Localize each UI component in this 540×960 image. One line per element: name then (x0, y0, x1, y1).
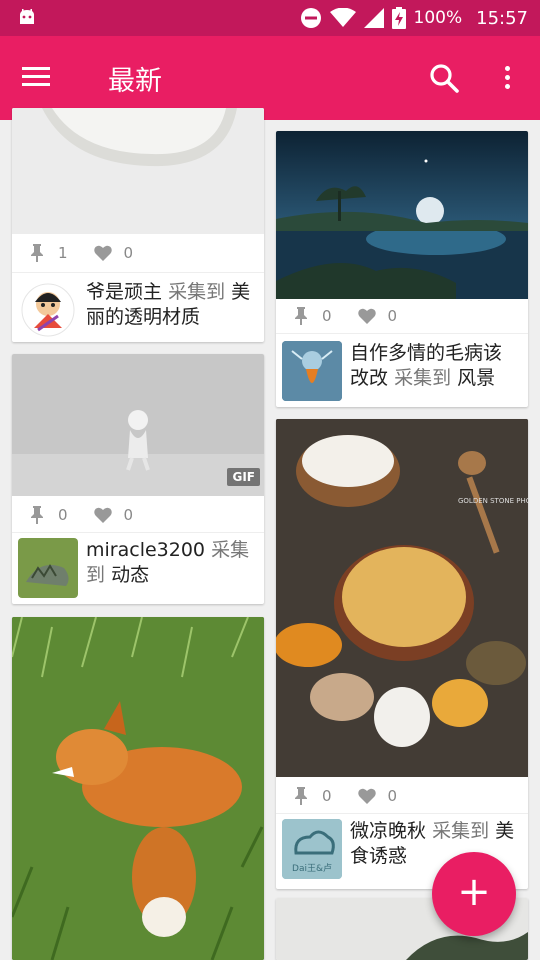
like-count: 0 (123, 244, 134, 262)
cell-signal-icon (363, 8, 384, 28)
collect-verb: 采集到 (168, 281, 226, 303)
battery-percent: 100% (413, 8, 463, 28)
battery-charging-icon (391, 7, 406, 29)
avatar[interactable] (18, 280, 78, 340)
more-options-icon[interactable] (497, 62, 517, 96)
pin-card[interactable]: 1 0 爷是顽主 采集到 美丽的透明材质 (12, 108, 264, 342)
pin-stats: 0 0 (30, 506, 133, 524)
pin-count: 0 (322, 307, 332, 325)
page-title: 最新 (108, 66, 162, 97)
pin-caption: 自作多情的毛病该改改 采集到 风景 (350, 341, 520, 391)
pin-image[interactable] (276, 131, 528, 299)
do-not-disturb-icon (300, 8, 321, 28)
pin-icon (31, 506, 43, 524)
pin-stats: 1 0 (30, 244, 133, 262)
like-count: 0 (387, 307, 398, 325)
add-fab-button[interactable]: + (432, 852, 516, 936)
pin-caption: 爷是顽主 采集到 美丽的透明材质 (86, 280, 256, 330)
pin-card[interactable]: GIF 0 0 miracle3200 采集到 动态 (12, 354, 264, 604)
clock: 15:57 (476, 7, 528, 29)
pin-image[interactable]: GOLDEN STONE PHOTOGRAPHY (276, 419, 528, 777)
pin-image[interactable]: GIF (12, 354, 264, 496)
avatar-text: Dai王&卢 (292, 862, 332, 874)
like-count: 0 (387, 787, 398, 805)
wifi-icon (329, 8, 356, 27)
image-watermark: GOLDEN STONE PHOTOGRAPHY (458, 497, 528, 505)
pin-icon (31, 244, 43, 262)
pin-owner[interactable]: 自作多情的毛病该改改 采集到 风景 (282, 341, 520, 401)
gif-badge: GIF (227, 468, 260, 486)
avatar[interactable] (282, 341, 342, 401)
pin-card[interactable]: GOLDEN STONE PHOTOGRAPHY 0 0 Dai王&卢 微凉晚秋… (276, 419, 528, 889)
heart-icon (357, 308, 376, 324)
heart-icon (357, 788, 376, 804)
pin-caption: miracle3200 采集到 动态 (86, 538, 256, 588)
menu-icon[interactable] (22, 62, 62, 94)
pin-owner[interactable]: miracle3200 采集到 动态 (18, 538, 256, 598)
pin-image[interactable] (12, 617, 264, 960)
android-icon (20, 9, 34, 24)
pin-icon (295, 307, 307, 325)
pin-count: 1 (58, 244, 68, 262)
pin-image[interactable] (12, 108, 264, 234)
avatar[interactable] (18, 538, 78, 598)
like-count: 0 (123, 506, 134, 524)
heart-icon (93, 245, 112, 261)
divider (276, 813, 528, 814)
status-bar: 100% 15:57 (0, 0, 540, 36)
pin-card[interactable]: 0 0 自作多情的毛病该改改 采集到 风景 (276, 131, 528, 407)
collect-verb: 采集到 (432, 820, 490, 842)
pin-count: 0 (322, 787, 332, 805)
pin-stats: 0 0 (294, 787, 397, 805)
user-name[interactable]: 微凉晚秋 (350, 820, 426, 842)
divider (12, 272, 264, 273)
user-name[interactable]: 爷是顽主 (86, 281, 162, 303)
pin-stats: 0 0 (294, 307, 397, 325)
board-name[interactable]: 动态 (111, 564, 149, 586)
pin-count: 0 (58, 506, 68, 524)
divider (276, 333, 528, 334)
pin-owner[interactable]: 爷是顽主 采集到 美丽的透明材质 (18, 280, 256, 340)
board-name[interactable]: 风景 (457, 367, 495, 389)
search-icon[interactable] (428, 62, 460, 94)
user-name[interactable]: miracle3200 (86, 539, 205, 561)
collect-verb: 采集到 (394, 367, 452, 389)
pin-icon (295, 787, 307, 805)
avatar[interactable]: Dai王&卢 (282, 819, 342, 879)
divider (12, 532, 264, 533)
pin-card[interactable] (12, 617, 264, 960)
heart-icon (93, 507, 112, 523)
